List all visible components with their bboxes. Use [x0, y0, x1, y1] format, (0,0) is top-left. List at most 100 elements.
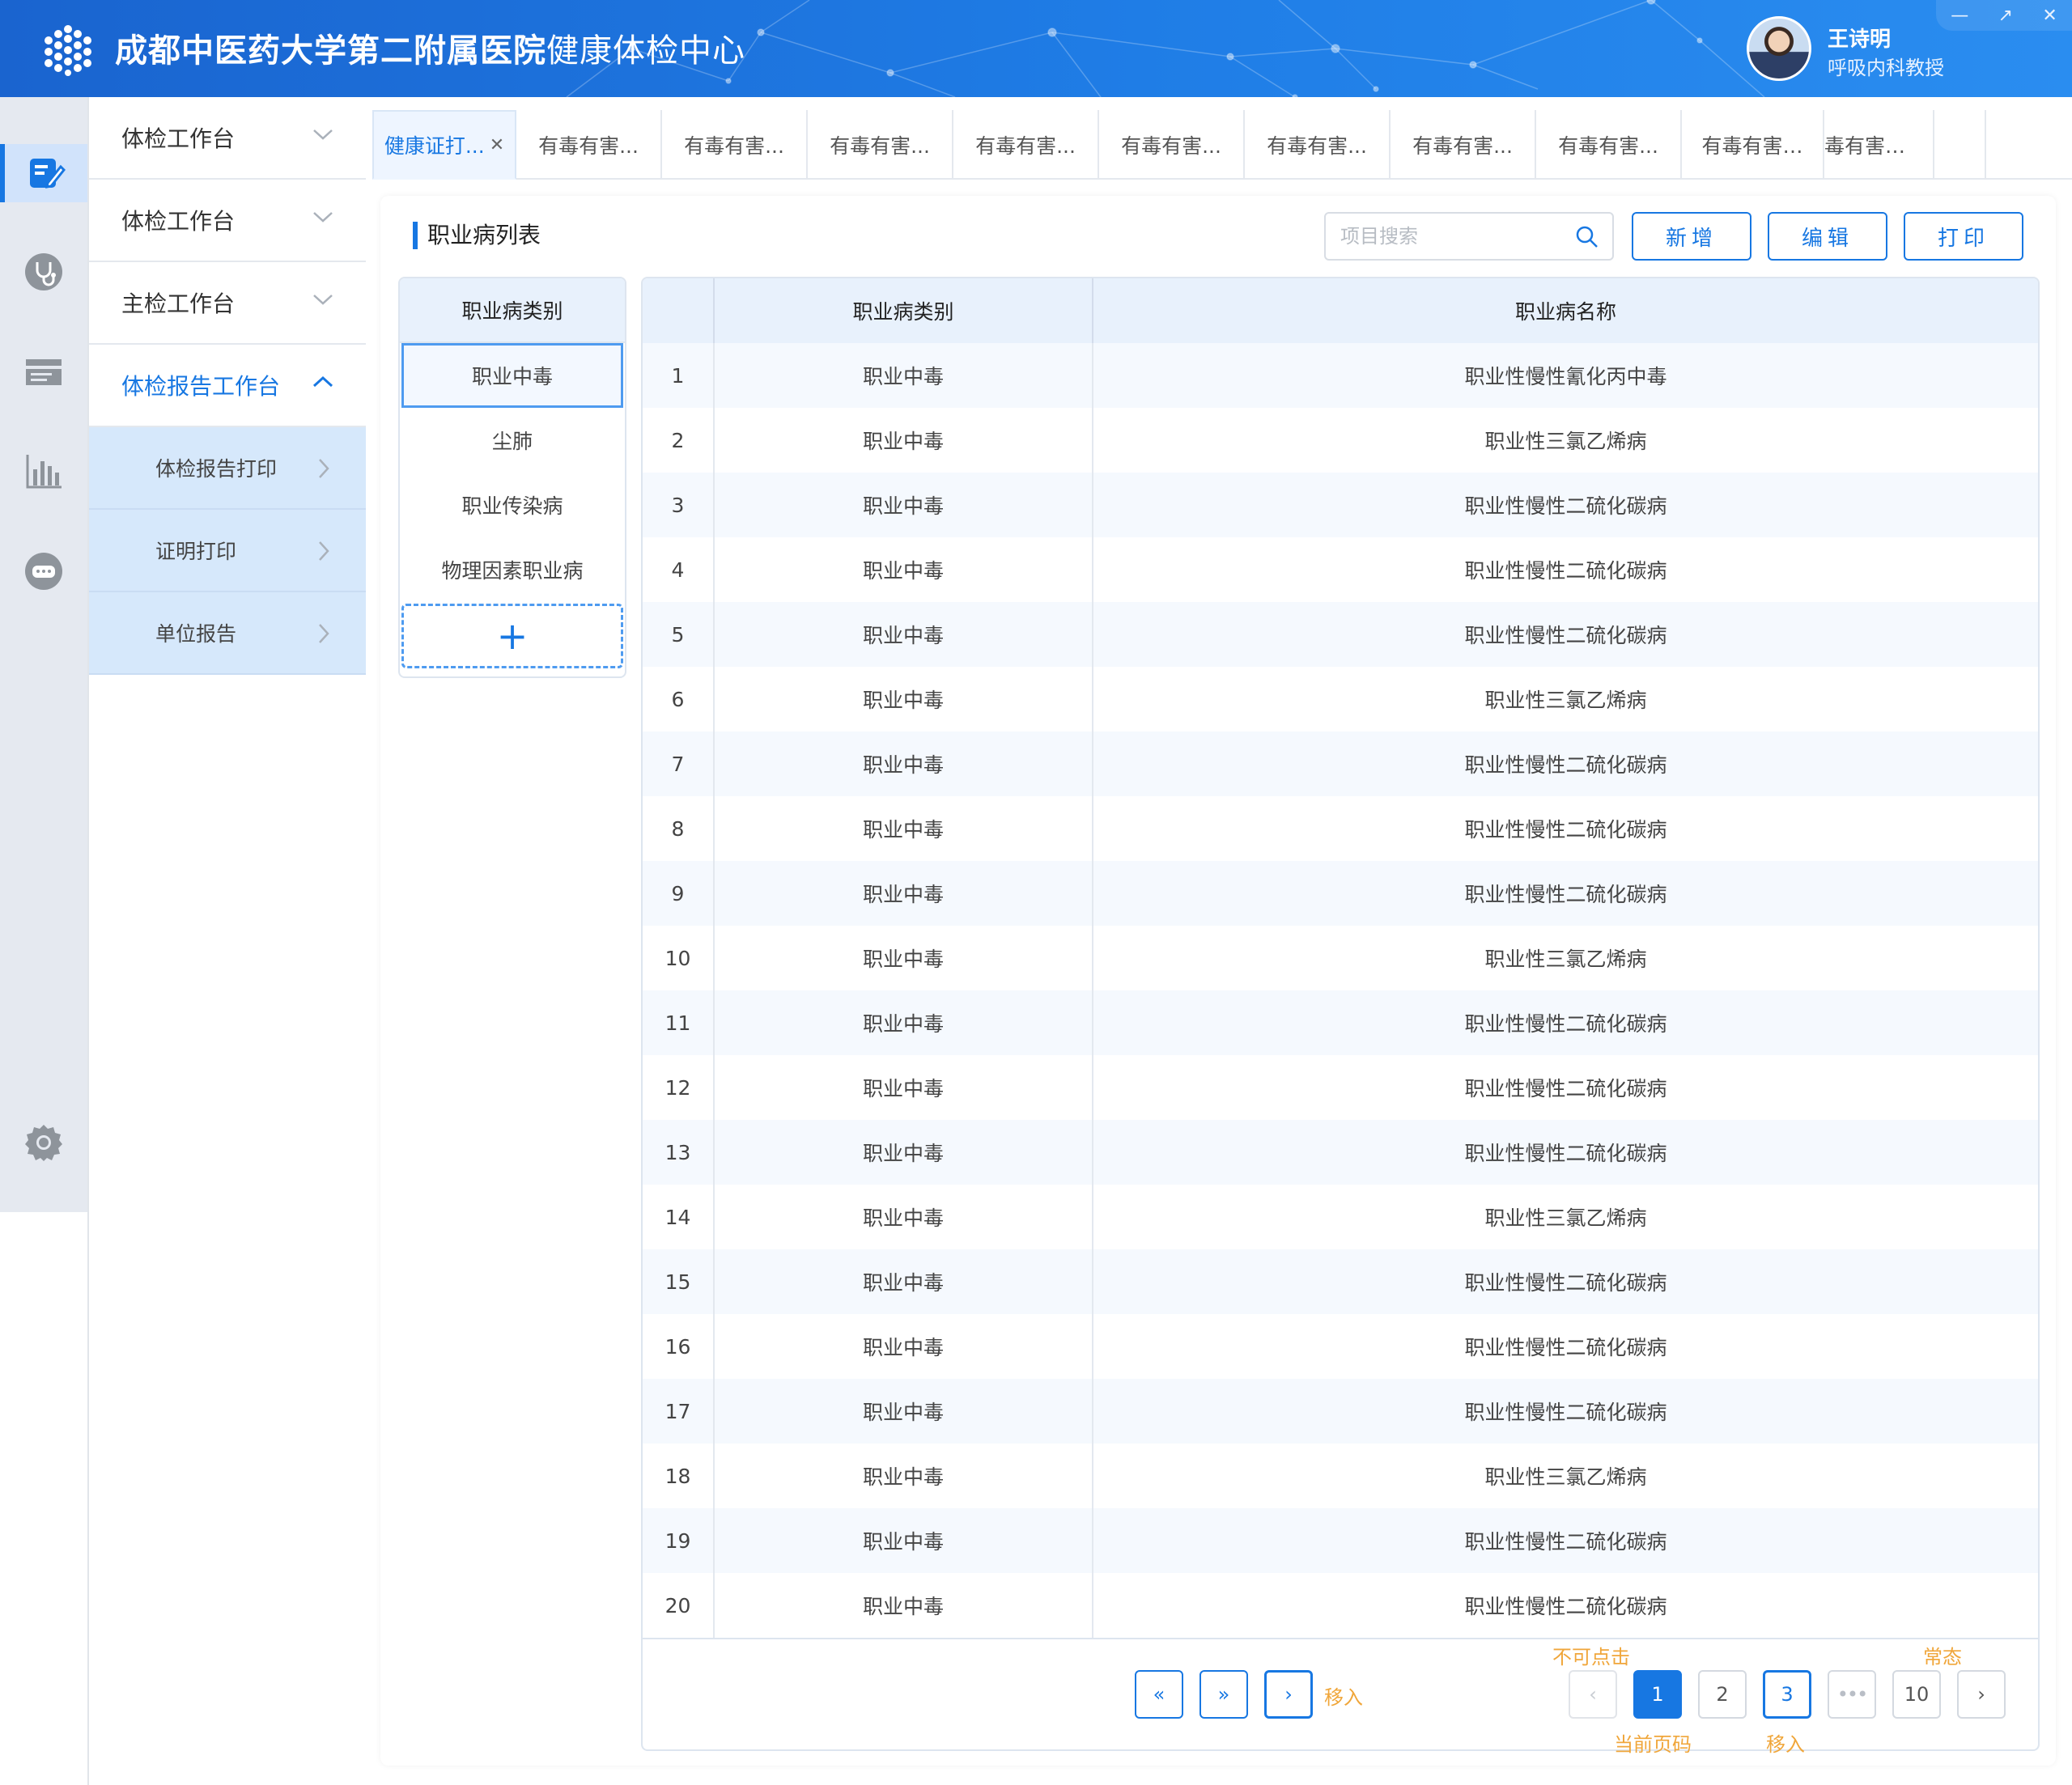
category-item-pneumoconiosis[interactable]: 尘肺	[400, 408, 625, 473]
prev-page-button[interactable]: ‹	[1569, 1670, 1617, 1719]
page-ellipsis-button[interactable]: •••	[1828, 1670, 1876, 1719]
stethoscope-icon	[25, 253, 62, 290]
first-page-button[interactable]: «	[1135, 1670, 1183, 1719]
last-page-button[interactable]: »	[1199, 1670, 1248, 1719]
app-title: 成都中医药大学第二附属医院健康体检中心	[115, 24, 745, 71]
maximize-button[interactable]: ↗	[1998, 6, 2013, 26]
submenu-item-label: 证明打印	[155, 540, 237, 563]
row-category: 职业中毒	[714, 473, 1093, 537]
table-row[interactable]: 18 职业中毒 职业性三氯乙烯病	[643, 1444, 2038, 1508]
tab-toxic-2[interactable]: 有毒有害...	[662, 110, 808, 180]
row-index: 12	[643, 1055, 715, 1120]
row-category: 职业中毒	[714, 1314, 1093, 1379]
nav-exam[interactable]	[0, 243, 87, 301]
table-row[interactable]: 2 职业中毒 职业性三氯乙烯病	[643, 408, 2038, 473]
tab-toxic-5[interactable]: 有毒有害...	[1099, 110, 1245, 180]
row-disease-name: 职业性慢性二硫化碳病	[1093, 1508, 2038, 1573]
disease-table: 职业病类别 职业病名称 1 职业中毒 职业性慢性氰化丙中毒 2 职业中毒 职业性三氯乙烯病…	[641, 277, 2040, 1751]
table-row[interactable]: 14 职业中毒 职业性三氯乙烯病	[643, 1185, 2038, 1249]
note-disabled: 不可点击	[1552, 1646, 1630, 1668]
category-item-infectious[interactable]: 职业传染病	[400, 473, 625, 537]
submenu-item-label: 体检报告打印	[155, 457, 278, 481]
table-row[interactable]: 12 职业中毒 职业性慢性二硫化碳病	[643, 1055, 2038, 1120]
tab-toxic-9[interactable]: 有毒有害…	[1682, 110, 1824, 180]
tab-toxic-6[interactable]: 有毒有害...	[1245, 110, 1391, 180]
table-row[interactable]: 16 职业中毒 职业性慢性二硫化碳病	[643, 1314, 2038, 1379]
menu-item-report-workbench[interactable]: 体检报告工作台	[89, 345, 366, 427]
category-item-physical-factors[interactable]: 物理因素职业病	[400, 537, 625, 602]
table-row[interactable]: 10 职业中毒 职业性三氯乙烯病	[643, 926, 2038, 990]
row-index: 4	[643, 537, 715, 602]
table-row[interactable]: 7 职业中毒 职业性慢性二硫化碳病	[643, 731, 2038, 796]
chevron-up-icon	[312, 375, 333, 388]
table-row[interactable]: 20 职业中毒 职业性慢性二硫化碳病	[643, 1573, 2038, 1638]
table-row[interactable]: 9 职业中毒 职业性慢性二硫化碳病	[643, 861, 2038, 926]
row-disease-name: 职业性慢性二硫化碳病	[1093, 990, 2038, 1055]
page-2-button[interactable]: 2	[1698, 1670, 1747, 1719]
table-row[interactable]: 3 职业中毒 职业性慢性二硫化碳病	[643, 473, 2038, 537]
submenu-item-report-print[interactable]: 体检报告打印	[89, 427, 366, 510]
tab-toxic-4[interactable]: 有毒有害...	[953, 110, 1099, 180]
table-row[interactable]: 1 职业中毒 职业性慢性氰化丙中毒	[643, 343, 2038, 408]
table-row[interactable]: 17 职业中毒 职业性慢性二硫化碳病	[643, 1379, 2038, 1444]
row-category: 职业中毒	[714, 1249, 1093, 1314]
menu-item-chief-workbench[interactable]: 主检工作台	[89, 262, 366, 345]
menu-item-exam-workbench-1[interactable]: 体检工作台	[89, 97, 366, 180]
search-icon[interactable]	[1575, 225, 1599, 249]
row-index: 13	[643, 1120, 715, 1185]
report-list-icon	[26, 359, 62, 385]
page-1-button[interactable]: 1	[1633, 1670, 1682, 1719]
edit-button[interactable]: 编辑	[1768, 212, 1887, 261]
row-disease-name: 职业性三氯乙烯病	[1093, 926, 2038, 990]
table-row[interactable]: 6 职业中毒 职业性三氯乙烯病	[643, 667, 2038, 731]
minimize-button[interactable]: —	[1951, 6, 1968, 26]
search-input[interactable]	[1326, 214, 1569, 259]
row-index: 19	[643, 1508, 715, 1573]
tab-toxic-7[interactable]: 有毒有害...	[1391, 110, 1536, 180]
avatar[interactable]	[1747, 16, 1811, 81]
tab-label: 有毒有害...	[1267, 134, 1367, 158]
table-row[interactable]: 8 职业中毒 职业性慢性二硫化碳病	[643, 796, 2038, 861]
row-index: 20	[643, 1573, 715, 1638]
add-category-button[interactable]: +	[401, 604, 623, 668]
tab-health-cert[interactable]: 健康证打... ✕	[372, 110, 516, 180]
row-index: 8	[643, 796, 715, 861]
submenu-item-certificate-print[interactable]: 证明打印	[89, 510, 366, 592]
tab-toxic-1[interactable]: 有毒有害...	[516, 110, 662, 180]
table-row[interactable]: 19 职业中毒 职业性慢性二硫化碳病	[643, 1508, 2038, 1573]
nav-statistics[interactable]	[0, 442, 87, 500]
table-row[interactable]: 13 职业中毒 职业性慢性二硫化碳病	[643, 1120, 2038, 1185]
submenu-item-unit-report[interactable]: 单位报告	[89, 592, 366, 675]
table-row[interactable]: 15 职业中毒 职业性慢性二硫化碳病	[643, 1249, 2038, 1314]
row-disease-name: 职业性慢性氰化丙中毒	[1093, 343, 2038, 408]
next-page-button[interactable]: ›	[1957, 1670, 2006, 1719]
page-10-button[interactable]: 10	[1892, 1670, 1941, 1719]
nav-edit[interactable]	[0, 144, 87, 202]
chevron-down-icon	[313, 295, 333, 305]
nav-more[interactable]	[0, 542, 87, 600]
window-controls: — ↗ ✕	[1936, 0, 2072, 31]
tab-toxic-10[interactable]: 毒有害…	[1824, 110, 1934, 180]
row-disease-name: 职业性三氯乙烯病	[1093, 1185, 2038, 1249]
category-item-occupational-poisoning[interactable]: 职业中毒	[401, 343, 623, 408]
table-row[interactable]: 4 职业中毒 职业性慢性二硫化碳病	[643, 537, 2038, 602]
tab-toxic-3[interactable]: 有毒有害...	[808, 110, 953, 180]
category-list: 职业病类别 职业中毒 尘肺 职业传染病 物理因素职业病 +	[398, 277, 626, 678]
nav-settings[interactable]	[0, 1113, 87, 1172]
table-row[interactable]: 11 职业中毒 职业性慢性二硫化碳病	[643, 990, 2038, 1055]
note-move-in-page: 移入	[1766, 1733, 1805, 1756]
menu-item-exam-workbench-2[interactable]: 体检工作台	[89, 180, 366, 262]
next-group-button[interactable]: ›	[1264, 1670, 1313, 1719]
table-row[interactable]: 5 职业中毒 职业性慢性二硫化碳病	[643, 602, 2038, 667]
nav-reports[interactable]	[0, 343, 87, 401]
add-button[interactable]: 新增	[1632, 212, 1751, 261]
close-button[interactable]: ✕	[2042, 6, 2057, 26]
bar-chart-icon	[26, 455, 62, 489]
row-disease-name: 职业性慢性二硫化碳病	[1093, 1379, 2038, 1444]
row-index: 11	[643, 990, 715, 1055]
row-category: 职业中毒	[714, 861, 1093, 926]
close-icon[interactable]: ✕	[490, 135, 504, 155]
tab-toxic-8[interactable]: 有毒有害...	[1536, 110, 1682, 180]
print-button[interactable]: 打印	[1904, 212, 2023, 261]
page-3-button[interactable]: 3	[1763, 1670, 1811, 1719]
